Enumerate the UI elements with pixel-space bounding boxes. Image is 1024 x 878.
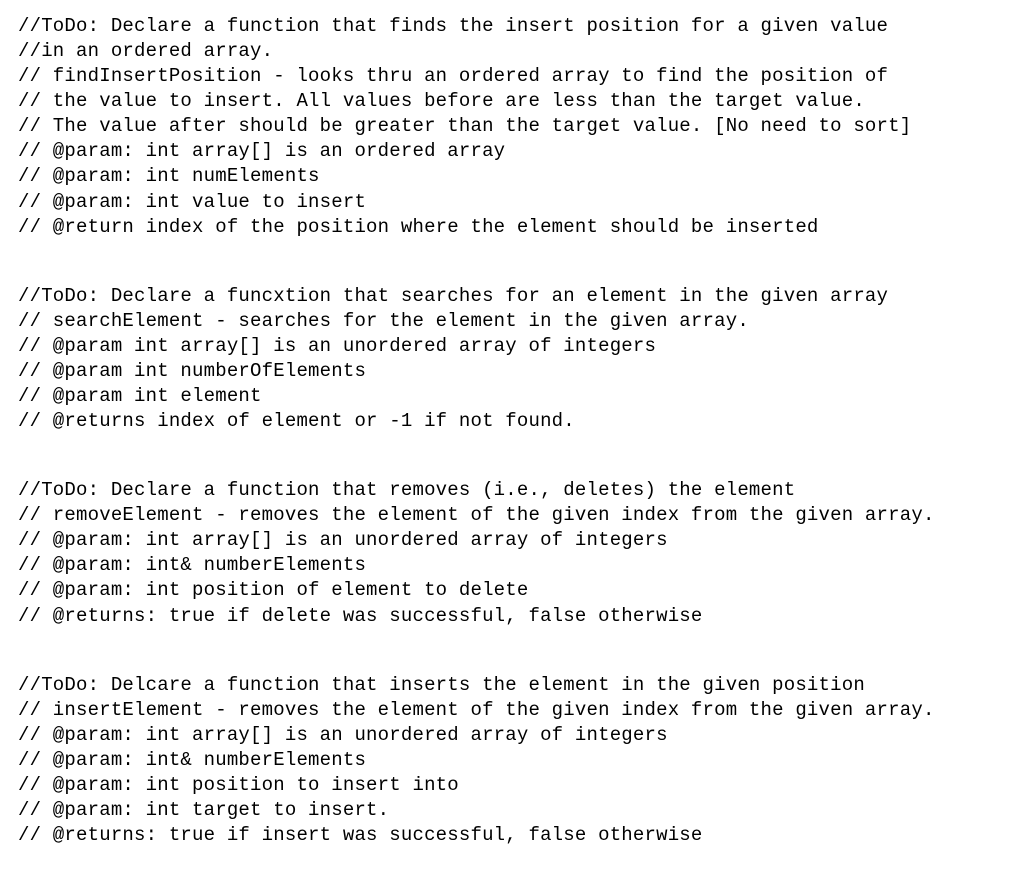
code-line: // @param int array[] is an unordered ar… <box>18 334 1006 359</box>
code-line: // searchElement - searches for the elem… <box>18 309 1006 334</box>
code-line: // @return index of the position where t… <box>18 215 1006 240</box>
code-line: // @param: int array[] is an unordered a… <box>18 528 1006 553</box>
code-line: //in an ordered array. <box>18 39 1006 64</box>
code-line: // @param: int value to insert <box>18 190 1006 215</box>
comment-block-insert-element: //ToDo: Delcare a function that inserts … <box>18 673 1006 849</box>
code-line: // @param: int numElements <box>18 164 1006 189</box>
comment-block-remove-element: //ToDo: Declare a function that removes … <box>18 478 1006 628</box>
code-line: // @returns index of element or -1 if no… <box>18 409 1006 434</box>
code-line: // @param: int position to insert into <box>18 773 1006 798</box>
code-line: // @param int element <box>18 384 1006 409</box>
comment-block-search-element: //ToDo: Declare a funcxtion that searche… <box>18 284 1006 434</box>
code-line: //ToDo: Declare a funcxtion that searche… <box>18 284 1006 309</box>
code-line: // @returns: true if delete was successf… <box>18 604 1006 629</box>
code-line: // the value to insert. All values befor… <box>18 89 1006 114</box>
code-line: // findInsertPosition - looks thru an or… <box>18 64 1006 89</box>
code-line: // removeElement - removes the element o… <box>18 503 1006 528</box>
code-line: //ToDo: Delcare a function that inserts … <box>18 673 1006 698</box>
code-comment-document: //ToDo: Declare a function that finds th… <box>0 0 1024 878</box>
comment-block-find-insert-position: //ToDo: Declare a function that finds th… <box>18 14 1006 240</box>
code-line: // @param: int array[] is an ordered arr… <box>18 139 1006 164</box>
code-line: // @param: int& numberElements <box>18 748 1006 773</box>
code-line: //ToDo: Declare a function that finds th… <box>18 14 1006 39</box>
code-line: // insertElement - removes the element o… <box>18 698 1006 723</box>
code-line: // @returns: true if insert was successf… <box>18 823 1006 848</box>
code-line: // @param: int array[] is an unordered a… <box>18 723 1006 748</box>
code-line: // @param: int target to insert. <box>18 798 1006 823</box>
code-line: //ToDo: Declare a function that removes … <box>18 478 1006 503</box>
code-line: // @param: int& numberElements <box>18 553 1006 578</box>
code-line: // The value after should be greater tha… <box>18 114 1006 139</box>
code-line: // @param: int position of element to de… <box>18 578 1006 603</box>
code-line: // @param int numberOfElements <box>18 359 1006 384</box>
